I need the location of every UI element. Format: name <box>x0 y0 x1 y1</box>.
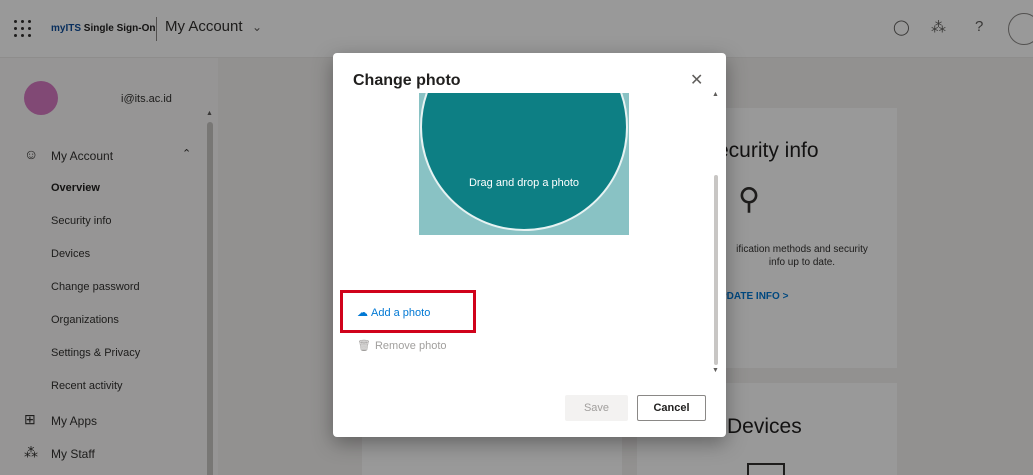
drop-label: Drag and drop a photo <box>468 177 580 189</box>
change-photo-dialog: Change photo ✕ Drag and drop a photo ☁ Ad… <box>333 53 726 437</box>
cancel-button[interactable]: Cancel <box>637 395 706 421</box>
scrollbar-thumb[interactable] <box>714 175 718 365</box>
remove-photo-label: Remove photo <box>374 340 447 352</box>
close-icon[interactable]: ✕ <box>690 70 703 90</box>
dialog-scrollbar[interactable]: ▲ ▼ <box>712 91 720 377</box>
scroll-up-arrow-icon[interactable]: ▲ <box>712 91 719 98</box>
add-photo-icon: ☁ <box>357 307 368 319</box>
trash-icon: 🗑 <box>357 340 371 352</box>
image-artifact <box>463 90 511 93</box>
scroll-down-arrow-icon[interactable]: ▼ <box>712 367 719 374</box>
save-button[interactable]: Save <box>565 395 628 421</box>
photo-drop-zone[interactable]: Drag and drop a photo <box>419 93 629 235</box>
add-photo-button[interactable]: ☁ Add a photo <box>357 306 430 319</box>
photo-crop-circle[interactable] <box>420 93 628 231</box>
add-photo-label: Add a photo <box>371 307 431 319</box>
remove-photo-button[interactable]: 🗑 Remove photo <box>357 339 447 352</box>
dialog-title: Change photo <box>353 72 461 89</box>
image-artifact <box>529 90 581 93</box>
